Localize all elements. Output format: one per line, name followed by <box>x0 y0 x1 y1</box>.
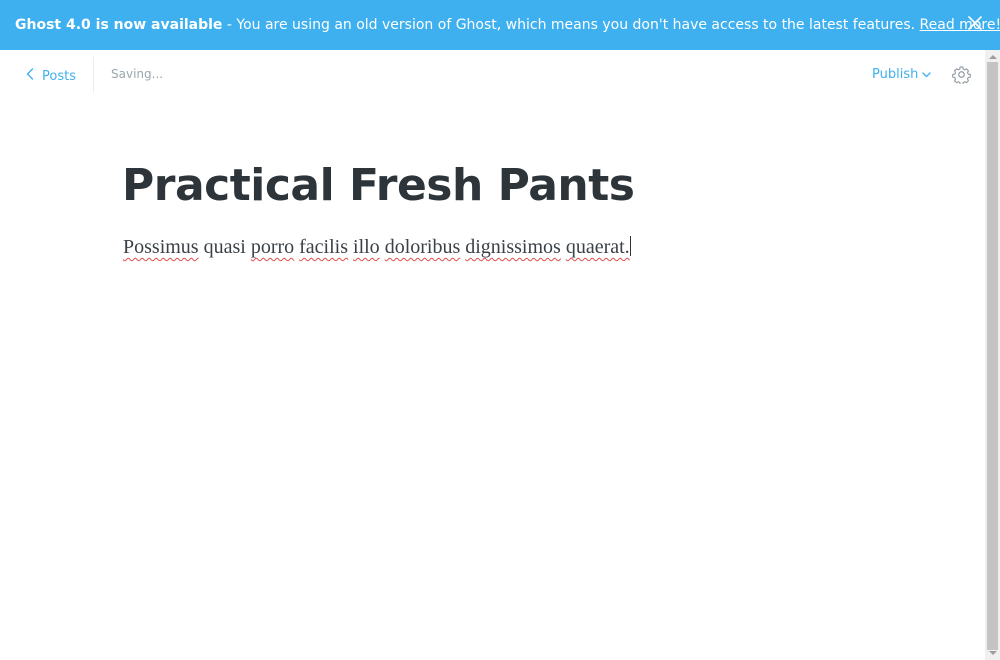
editor-toolbar: Posts Saving... Publish <box>0 50 985 100</box>
page-scrollbar[interactable] <box>985 50 1000 660</box>
post-body-editor[interactable]: Possimus quasi porro facilis illo dolori… <box>123 236 631 259</box>
body-word: quaerat. <box>565 236 630 258</box>
banner-headline: Ghost 4.0 is now available <box>15 17 223 33</box>
publish-label: Publish <box>872 67 919 82</box>
posts-back-link[interactable]: Posts <box>26 67 76 85</box>
scroll-down-arrow-icon[interactable] <box>989 651 997 655</box>
scrollbar-thumb[interactable] <box>987 62 998 650</box>
body-word: porro <box>250 236 295 258</box>
update-banner: Ghost 4.0 is now available - You are usi… <box>0 0 1000 50</box>
toolbar-divider <box>93 57 94 93</box>
scroll-up-arrow-icon[interactable] <box>989 55 997 59</box>
close-icon[interactable] <box>968 16 982 30</box>
publish-menu-button[interactable]: Publish <box>872 67 931 82</box>
body-word: facilis <box>299 236 349 258</box>
body-word: quasi <box>203 236 246 258</box>
save-status: Saving... <box>111 67 164 81</box>
post-title[interactable]: Practical Fresh Pants <box>122 160 635 211</box>
body-word: Possimus <box>123 236 199 258</box>
posts-label: Posts <box>42 68 76 84</box>
body-word: dignissimos <box>465 236 561 258</box>
body-word: doloribus <box>384 236 461 258</box>
chevron-down-icon <box>922 67 931 82</box>
gear-icon[interactable] <box>952 65 971 86</box>
chevron-left-icon <box>26 68 34 84</box>
read-more-link[interactable]: Read more! <box>920 17 1000 33</box>
text-caret <box>629 236 631 256</box>
banner-message: - You are using an old version of Ghost,… <box>222 17 920 33</box>
body-word: illo <box>353 236 380 258</box>
